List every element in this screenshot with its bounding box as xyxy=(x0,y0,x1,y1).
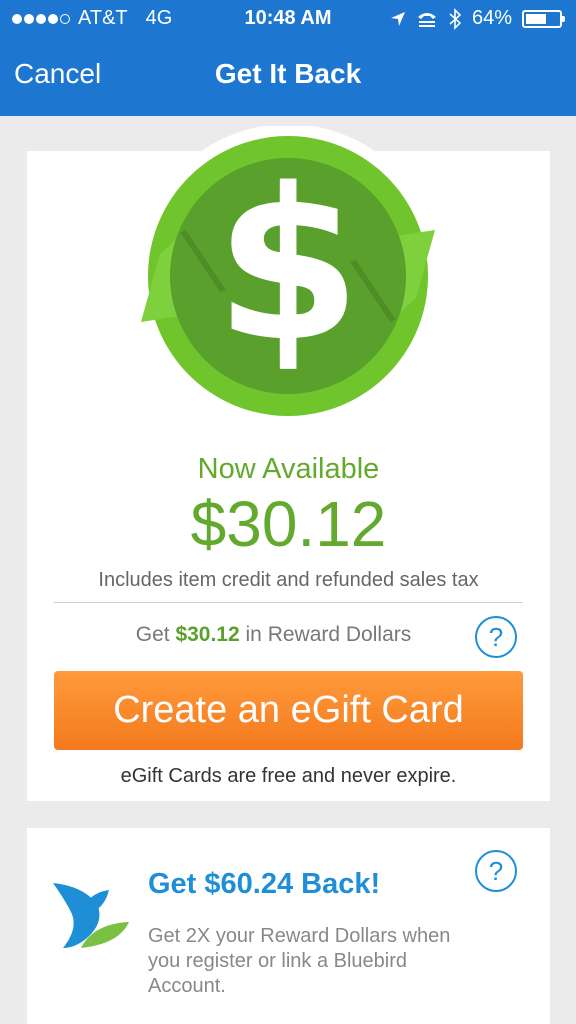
reward-amount: $30.12 xyxy=(175,623,240,646)
status-bar: AT&T 4G 10:48 AM 64% xyxy=(0,0,576,38)
nav-bar: Cancel Get It Back xyxy=(0,42,576,112)
reward-dollars-line: Get $30.12 in Reward Dollars xyxy=(27,623,550,647)
bluetooth-icon xyxy=(449,7,462,30)
promo-help-icon[interactable]: ? xyxy=(475,850,517,892)
available-amount: $30.12 xyxy=(190,488,387,560)
divider xyxy=(54,602,523,603)
create-egift-card-button[interactable]: Create an eGift Card xyxy=(54,671,523,750)
svg-text:$: $ xyxy=(215,143,361,388)
bluebird-logo-icon xyxy=(53,883,129,948)
get-it-back-dollar-logo: $ xyxy=(136,126,440,426)
top-bar: AT&T 4G 10:48 AM 64% Cancel Get It Back xyxy=(0,0,576,116)
location-arrow-icon xyxy=(390,11,405,26)
battery-percent: 64% xyxy=(471,7,512,29)
status-label: Now Available xyxy=(197,453,380,485)
available-credit-card: $ Now Available $30.12 Includes item cre… xyxy=(27,126,550,801)
battery-icon xyxy=(522,9,565,28)
tty-icon xyxy=(417,12,436,27)
page-title: Get It Back xyxy=(214,58,362,89)
reward-help-icon[interactable]: ? xyxy=(475,616,517,658)
reward-suffix: in Reward Dollars xyxy=(245,623,412,646)
bluebird-promo-card[interactable]: Get $60.24 Back! Get 2X your Reward Doll… xyxy=(27,828,550,1024)
promo-description: Get 2X your Reward Dollars when you regi… xyxy=(148,925,451,997)
promo-title: Get $60.24 Back! xyxy=(148,868,381,900)
egift-note: eGift Cards are free and never expire. xyxy=(120,765,457,787)
includes-note: Includes item credit and refunded sales … xyxy=(98,569,479,591)
reward-prefix: Get xyxy=(135,623,170,646)
